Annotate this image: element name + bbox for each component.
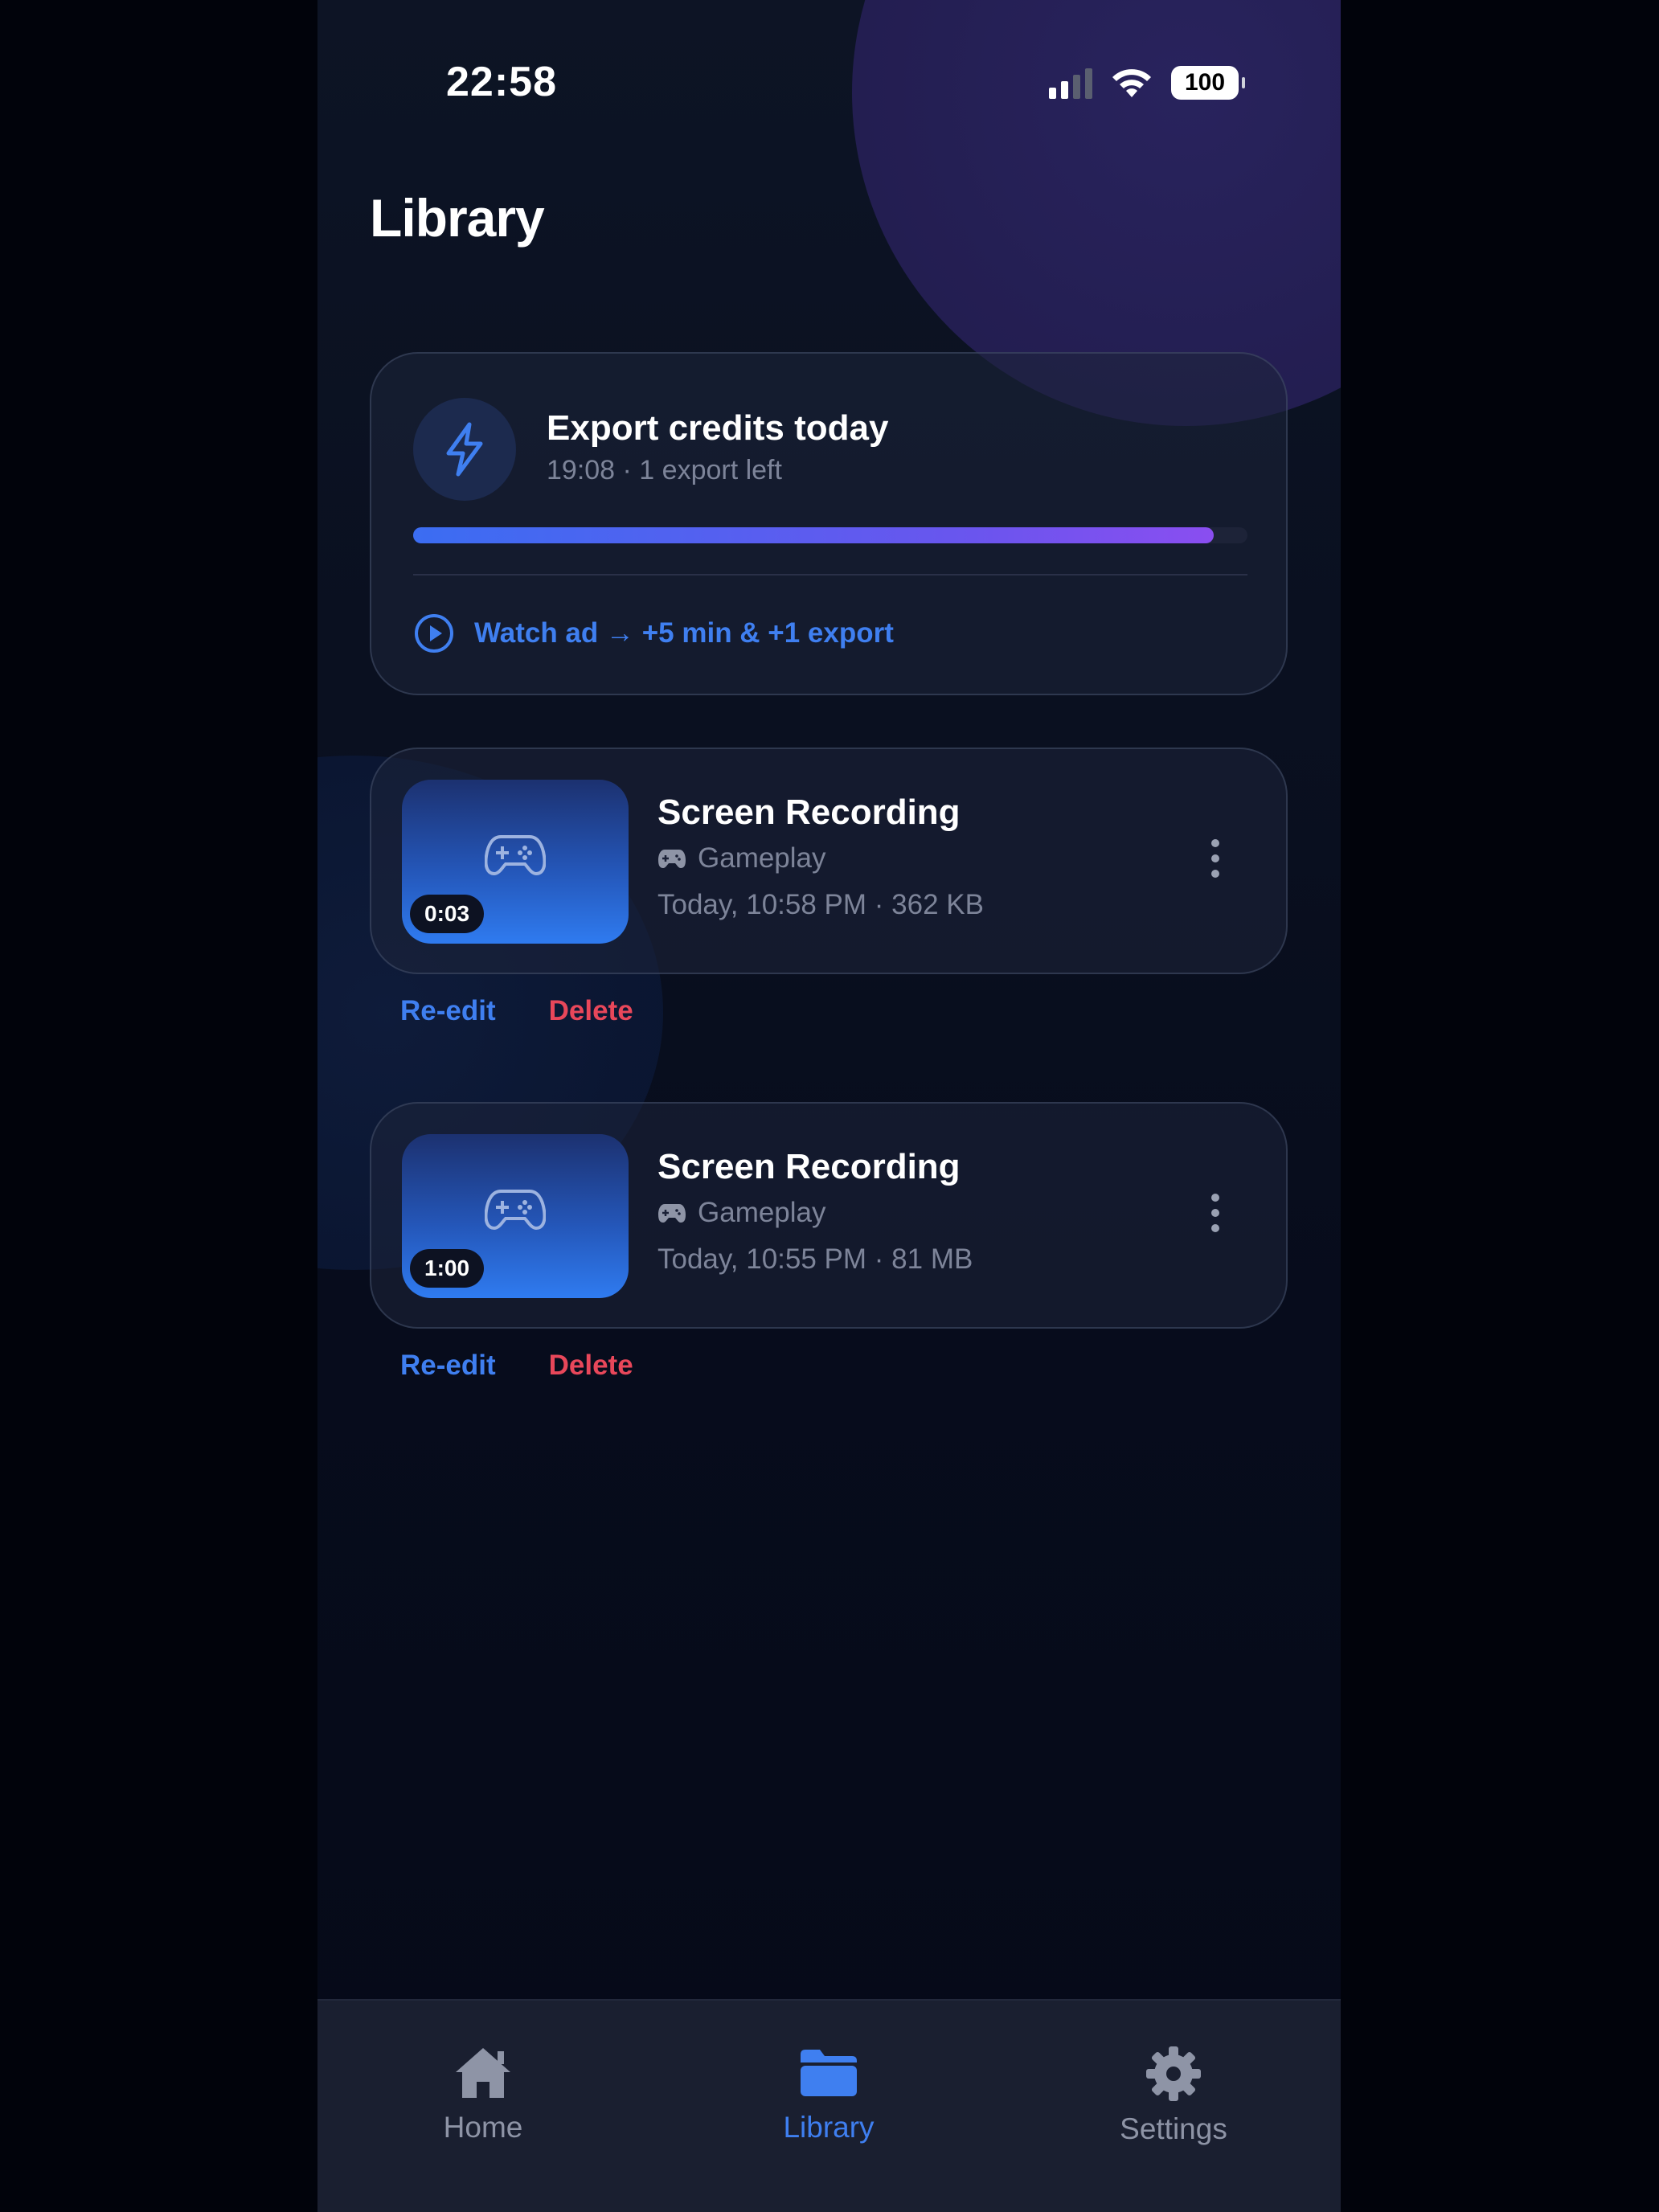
recording-actions: Re-edit Delete bbox=[400, 995, 633, 1027]
gamepad-icon bbox=[485, 835, 546, 876]
tab-home[interactable]: Home bbox=[379, 2045, 588, 2144]
home-icon bbox=[456, 2048, 510, 2098]
phone-screen: 22:58 100 Library Export credits today 1… bbox=[317, 0, 1341, 2212]
tab-label: Settings bbox=[1120, 2112, 1227, 2145]
recording-meta: Today, 10:58 PM · 362 KB bbox=[657, 889, 984, 920]
tab-library[interactable]: Library bbox=[724, 2045, 933, 2144]
recording-thumbnail[interactable]: 1:00 bbox=[402, 1134, 629, 1298]
recording-card[interactable]: 0:03 Screen Recording Gameplay Today, 10… bbox=[370, 748, 1288, 974]
tab-label: Home bbox=[443, 2111, 523, 2144]
status-icons: 100 bbox=[1049, 63, 1245, 103]
credits-title: Export credits today bbox=[547, 408, 889, 448]
recording-card[interactable]: 1:00 Screen Recording Gameplay Today, 10… bbox=[370, 1102, 1288, 1329]
recording-category-label: Gameplay bbox=[698, 842, 826, 874]
battery-level: 100 bbox=[1184, 69, 1226, 96]
recording-title: Screen Recording bbox=[657, 1147, 961, 1186]
divider bbox=[413, 574, 1247, 576]
recording-thumbnail[interactable]: 0:03 bbox=[402, 780, 629, 944]
wifi-icon bbox=[1112, 69, 1151, 97]
more-options-icon[interactable] bbox=[1211, 839, 1219, 878]
battery-icon: 100 bbox=[1171, 66, 1245, 100]
screen: 22:58 100 Library Export credits today 1… bbox=[0, 0, 1659, 2212]
gear-icon bbox=[1146, 2046, 1201, 2101]
recording-title: Screen Recording bbox=[657, 793, 961, 832]
export-credits-card: Export credits today 19:08 · 1 export le… bbox=[370, 352, 1288, 695]
re-edit-button[interactable]: Re-edit bbox=[400, 1350, 496, 1382]
gamepad-icon bbox=[658, 850, 686, 868]
credits-progress-fill bbox=[413, 527, 1215, 543]
duration-badge: 1:00 bbox=[410, 1249, 485, 1288]
recording-actions: Re-edit Delete bbox=[400, 1350, 633, 1382]
recording-category: Gameplay bbox=[657, 1197, 826, 1229]
more-options-icon[interactable] bbox=[1211, 1194, 1219, 1232]
credits-progress-bar bbox=[413, 527, 1247, 543]
gamepad-icon bbox=[485, 1190, 546, 1231]
watch-ad-button[interactable]: Watch ad → +5 min & +1 export bbox=[413, 609, 894, 657]
cellular-signal-icon bbox=[1049, 67, 1092, 99]
watch-ad-label: Watch ad → +5 min & +1 export bbox=[474, 617, 894, 649]
gamepad-icon bbox=[658, 1204, 686, 1223]
folder-icon bbox=[801, 2050, 857, 2096]
re-edit-button[interactable]: Re-edit bbox=[400, 995, 496, 1027]
bolt-icon bbox=[413, 398, 516, 501]
tab-label: Library bbox=[783, 2111, 875, 2144]
recording-category-label: Gameplay bbox=[698, 1197, 826, 1228]
credits-subtitle: 19:08 · 1 export left bbox=[547, 455, 782, 485]
recording-category: Gameplay bbox=[657, 842, 826, 875]
duration-badge: 0:03 bbox=[410, 895, 485, 933]
tab-bar: Home Library Settings bbox=[317, 1999, 1341, 2212]
status-time: 22:58 bbox=[446, 59, 557, 105]
delete-button[interactable]: Delete bbox=[549, 995, 633, 1027]
delete-button[interactable]: Delete bbox=[549, 1350, 633, 1382]
play-circle-icon bbox=[415, 614, 453, 653]
tab-settings[interactable]: Settings bbox=[1069, 2045, 1278, 2146]
page-title: Library bbox=[370, 188, 545, 248]
recording-meta: Today, 10:55 PM · 81 MB bbox=[657, 1243, 973, 1275]
